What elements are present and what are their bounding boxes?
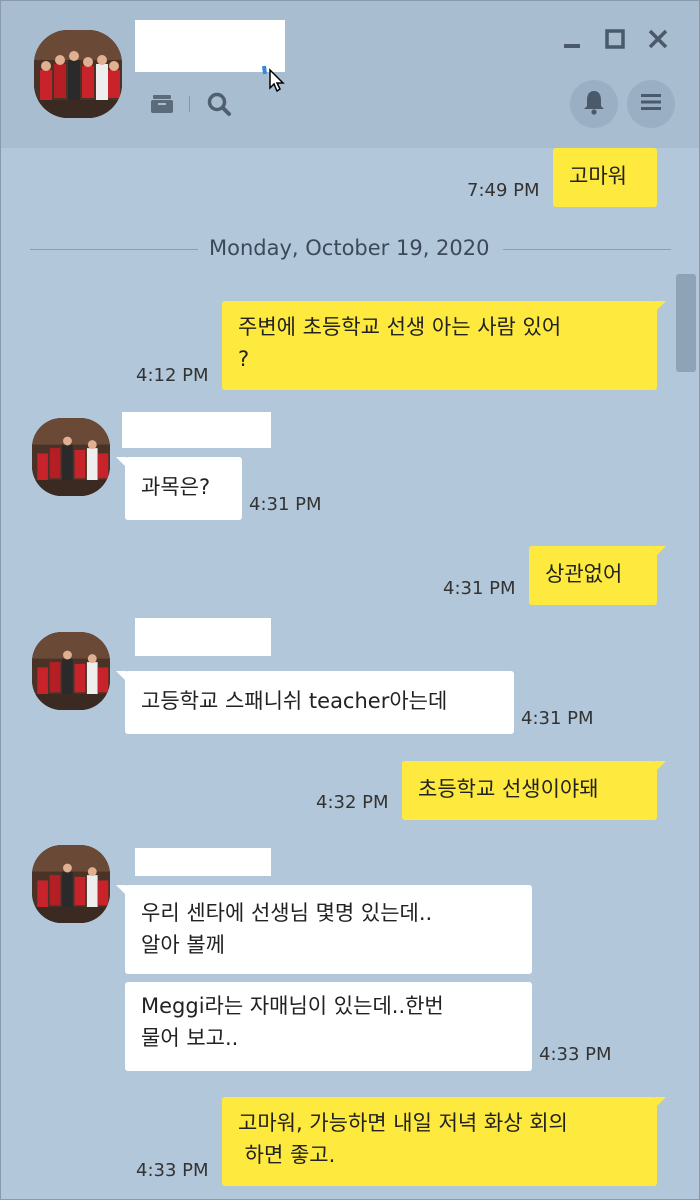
chat-scrollbar[interactable]	[676, 274, 696, 372]
archive-icon[interactable]	[148, 90, 176, 118]
message-time: 4:31 PM	[249, 494, 322, 515]
message-bubble-me[interactable]: 고마워, 가능하면 내일 저녁 화상 회의 하면 좋고.	[222, 1097, 666, 1186]
message-text-line: 하면 좋고.	[238, 1143, 336, 1167]
message-time: 7:49 PM	[467, 180, 540, 201]
message-time: 4:32 PM	[316, 792, 389, 813]
message-time: 4:33 PM	[539, 1044, 612, 1065]
message-text-line: Meggi라는 자매님이 있는데..한번	[141, 994, 444, 1018]
search-icon[interactable]	[205, 90, 233, 118]
sender-name-redacted	[135, 618, 271, 656]
date-divider-line-right	[503, 249, 671, 250]
bell-icon	[582, 89, 606, 119]
message-bubble-me[interactable]: 고마워	[553, 148, 657, 207]
sender-avatar[interactable]	[32, 845, 110, 923]
date-divider-line-left	[30, 249, 198, 250]
message-text-line: 물어 보고..	[141, 1026, 239, 1050]
message-text-line: 알아 볼께	[141, 933, 225, 957]
message-bubble-me[interactable]: 초등학교 선생이야돼	[402, 761, 666, 820]
message-bubble-them[interactable]: 과목은?	[116, 457, 242, 520]
message-text: 과목은?	[141, 475, 211, 499]
message-time: 4:12 PM	[136, 365, 209, 386]
mouse-cursor-icon	[262, 64, 286, 93]
message-text: 초등학교 선생이야돼	[418, 777, 599, 801]
message-bubble-them[interactable]: 고등학교 스패니쉬 teacher아는데	[116, 671, 514, 734]
close-icon[interactable]	[645, 26, 671, 52]
minimize-icon[interactable]	[559, 26, 585, 52]
menu-icon	[640, 92, 662, 116]
message-bubble-them[interactable]: Meggi라는 자매님이 있는데..한번 물어 보고..	[125, 982, 532, 1071]
sender-name-redacted	[135, 848, 271, 876]
message-time: 4:33 PM	[136, 1160, 209, 1181]
notification-button[interactable]	[570, 80, 618, 128]
message-bubble-them[interactable]: 우리 센타에 선생님 몇명 있는데.. 알아 볼께	[116, 885, 532, 974]
sender-avatar[interactable]	[32, 418, 110, 496]
message-time: 4:31 PM	[443, 578, 516, 599]
date-divider: Monday, October 19, 2020	[209, 236, 490, 260]
sender-name-redacted	[122, 412, 271, 448]
header-separator	[189, 96, 190, 112]
message-text: 상관없어	[545, 562, 623, 586]
message-bubble-me[interactable]: 상관없어	[529, 546, 666, 605]
menu-button[interactable]	[627, 80, 675, 128]
message-text: 고마워	[569, 164, 627, 188]
message-text: 고등학교 스패니쉬 teacher아는데	[141, 689, 448, 713]
message-bubble-me[interactable]: 주변에 초등학교 선생 아는 사람 있어 ?	[222, 301, 666, 390]
maximize-icon[interactable]	[602, 26, 628, 52]
chat-header	[0, 0, 700, 148]
message-text-line: ?	[238, 347, 250, 371]
message-text-line: 주변에 초등학교 선생 아는 사람 있어	[238, 315, 562, 339]
message-text-line: 우리 센타에 선생님 몇명 있는데..	[141, 901, 433, 925]
message-text-line: 고마워, 가능하면 내일 저녁 화상 회의	[238, 1111, 568, 1135]
chat-room-avatar[interactable]	[34, 30, 122, 118]
sender-avatar[interactable]	[32, 632, 110, 710]
message-time: 4:31 PM	[521, 708, 594, 729]
